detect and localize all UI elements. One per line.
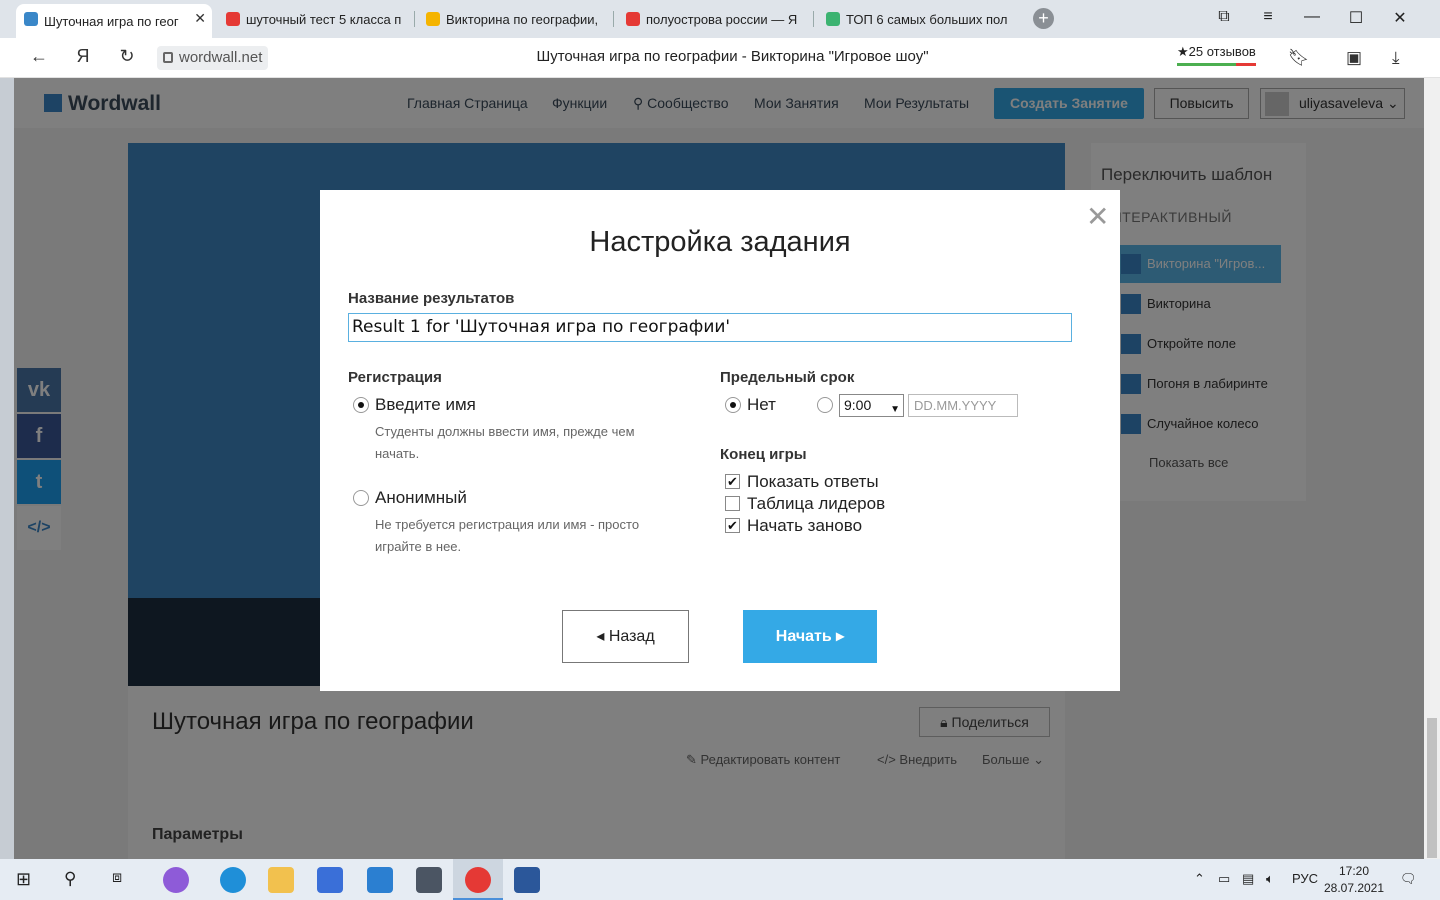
tab-wordwall[interactable]: Шуточная игра по геог ✕ <box>16 4 212 38</box>
yandex-favicon-icon <box>226 12 240 26</box>
address-bar: ← Я ↻ wordwall.net Шуточная игра по геог… <box>0 38 1440 78</box>
dialog-title: Настройка задания <box>589 226 851 258</box>
url-field[interactable]: wordwall.net <box>157 46 269 70</box>
scrollbar-thumb[interactable] <box>1427 718 1437 858</box>
collections-icon[interactable]: ▣ <box>1346 48 1362 68</box>
registration-label: Регистрация <box>348 369 442 386</box>
tab-peninsulas[interactable]: ТОП 6 самых больших пол <box>818 4 1008 34</box>
deadline-date-input[interactable]: DD.MM.YYYY <box>908 394 1018 417</box>
tab-label: ТОП 6 самых больших пол <box>846 11 1008 27</box>
minimize-icon[interactable]: — <box>1302 8 1322 26</box>
page-title: Шуточная игра по географии - Викторина "… <box>536 48 929 65</box>
meet-now-icon[interactable]: ▭ <box>1218 871 1230 887</box>
reviews-label: ★25 отзывов <box>1177 44 1256 59</box>
system-clock[interactable]: 17:20 28.07.2021 <box>1320 863 1388 897</box>
windows-taskbar: ⊞ ⚲ ⧈ ⌃ ▭ ▤ 🔈︎ РУС 17:20 28.07.2021 🗨︎ <box>0 859 1440 900</box>
tab-label: полуострова россии — Я <box>646 11 798 27</box>
yandex-logo-icon[interactable]: Я <box>72 46 94 67</box>
tab-separator <box>414 11 415 27</box>
site-favicon-icon <box>426 12 440 26</box>
assignment-setup-dialog: ✕ Настройка задания Название результатов… <box>320 190 1120 691</box>
radio-enter-name[interactable] <box>353 397 369 413</box>
tab-yandex-search-2[interactable]: полуострова россии — Я <box>618 4 808 34</box>
page-scrollbar[interactable] <box>1424 78 1440 859</box>
search-icon[interactable]: ⚲ <box>64 869 76 889</box>
radio-enter-name-label[interactable]: Введите имя <box>375 395 476 415</box>
new-tab-plus-icon[interactable]: + <box>1033 8 1054 29</box>
clock-date: 28.07.2021 <box>1323 881 1385 895</box>
site-favicon-icon <box>826 12 840 26</box>
leaderboard-label[interactable]: Таблица лидеров <box>747 494 885 514</box>
mail-icon[interactable] <box>367 867 393 893</box>
tab-yandex-search-1[interactable]: шуточный тест 5 класса п <box>218 4 408 34</box>
tab-separator <box>813 11 814 27</box>
url-text: wordwall.net <box>179 49 263 66</box>
tab-label: Викторина по географии, <box>446 11 599 27</box>
task-view-icon[interactable]: ⧈ <box>112 869 122 887</box>
deadline-time-select[interactable]: 9:00 ▼ <box>839 394 904 417</box>
checkbox-show-answers[interactable]: ✔ <box>725 474 740 489</box>
edge-icon[interactable] <box>220 867 246 893</box>
checkbox-leaderboard[interactable] <box>725 496 740 511</box>
reviews-badge[interactable]: ★25 отзывов <box>1177 44 1256 66</box>
lock-icon <box>163 52 173 63</box>
network-icon[interactable]: ▤ <box>1242 871 1254 887</box>
tab-label: Шуточная игра по геог <box>44 13 179 29</box>
close-tab-icon[interactable]: ✕ <box>194 10 206 27</box>
maximize-icon[interactable]: ☐ <box>1346 8 1366 28</box>
radio-anonymous[interactable] <box>353 490 369 506</box>
start-button[interactable]: Начать ▸ <box>743 610 877 663</box>
anonymous-hint: Не требуется регистрация или имя - прост… <box>375 517 640 554</box>
radio-deadline-none[interactable] <box>725 397 741 413</box>
windows-start-icon[interactable]: ⊞ <box>16 869 31 890</box>
clock-time: 17:20 <box>1338 864 1370 878</box>
caret-right-icon: ▸ <box>836 628 845 645</box>
bookmark-icon[interactable]: 🔖︎ <box>1288 48 1310 68</box>
store-icon[interactable] <box>317 867 343 893</box>
game-end-label: Конец игры <box>720 446 807 463</box>
checkbox-restart[interactable]: ✔ <box>725 518 740 533</box>
restart-label[interactable]: Начать заново <box>747 516 862 536</box>
menu-icon[interactable]: ≡ <box>1258 8 1278 26</box>
back-arrow-icon[interactable]: ← <box>28 46 50 67</box>
tab-manager-icon[interactable]: ⧉ <box>1214 8 1234 26</box>
radio-deadline-date[interactable] <box>817 397 833 413</box>
results-name-label: Название результатов <box>348 290 515 307</box>
reload-icon[interactable]: ↻ <box>116 46 138 67</box>
results-name-input[interactable]: Result 1 for 'Шуточная игра по географии… <box>348 313 1072 342</box>
reviews-rating-bar <box>1177 63 1256 66</box>
language-indicator[interactable]: РУС <box>1292 871 1318 886</box>
chevron-up-icon[interactable]: ⌃ <box>1194 871 1205 887</box>
back-label: Назад <box>608 628 655 645</box>
back-button[interactable]: ◂ Назад <box>562 610 689 663</box>
download-icon[interactable]: ⤓ <box>1392 48 1400 68</box>
deadline-none-label[interactable]: Нет <box>747 395 776 415</box>
word-ruler <box>0 78 14 859</box>
deadline-label: Предельный срок <box>720 369 855 386</box>
tab-quiz[interactable]: Викторина по географии, <box>418 4 608 34</box>
browser-tab-bar: Шуточная игра по геог ✕ шуточный тест 5 … <box>0 0 1440 38</box>
volume-icon[interactable]: 🔈︎ <box>1266 871 1274 887</box>
yandex-favicon-icon <box>626 12 640 26</box>
radio-anonymous-label[interactable]: Анонимный <box>375 488 467 508</box>
chevron-down-icon: ▼ <box>890 404 900 415</box>
time-value: 9:00 <box>844 397 872 413</box>
calculator-icon[interactable] <box>416 867 442 893</box>
wordwall-favicon-icon <box>24 12 38 26</box>
enter-name-hint: Студенты должны ввести имя, прежде чем н… <box>375 424 635 461</box>
word-icon[interactable] <box>514 867 540 893</box>
start-label: Начать <box>775 628 832 645</box>
show-answers-label[interactable]: Показать ответы <box>747 472 879 492</box>
close-window-icon[interactable]: ✕ <box>1390 8 1410 28</box>
tab-separator <box>613 11 614 27</box>
notifications-icon[interactable]: 🗨︎ <box>1400 871 1417 887</box>
caret-left-icon: ◂ <box>596 628 605 645</box>
alice-icon[interactable] <box>163 867 189 893</box>
file-explorer-icon[interactable] <box>268 867 294 893</box>
tab-label: шуточный тест 5 класса п <box>246 11 402 27</box>
yandex-browser-icon[interactable] <box>465 867 491 893</box>
